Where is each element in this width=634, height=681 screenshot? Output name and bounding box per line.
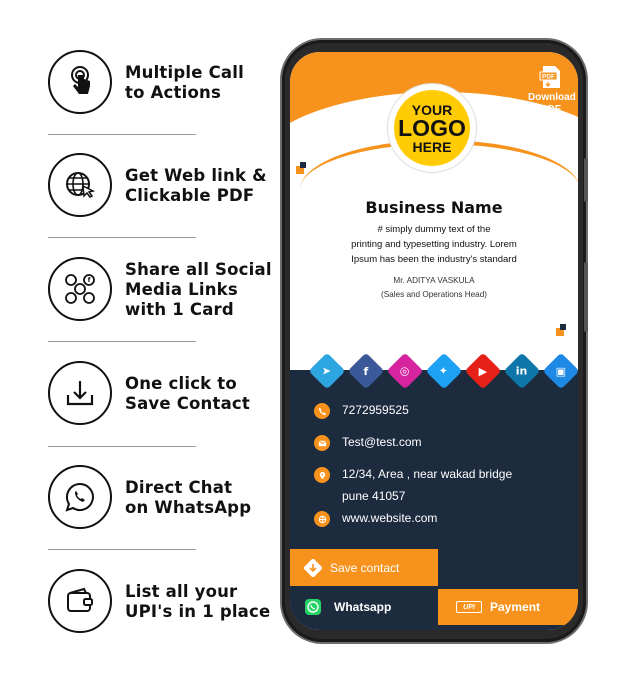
- feature-save-contact: One click to Save Contact: [48, 361, 278, 427]
- feature-upi: List all your UPI's in 1 place: [48, 569, 278, 635]
- decor-square: [300, 162, 306, 168]
- feature-label: List all your UPI's in 1 place: [125, 582, 271, 621]
- facebook-icon[interactable]: f: [347, 352, 385, 390]
- download-icon: [304, 558, 322, 577]
- business-description: # simply dummy text of the printing and …: [351, 224, 517, 265]
- divider: [48, 134, 196, 135]
- contact-book-icon[interactable]: ▣: [542, 352, 578, 390]
- divider: [48, 341, 196, 342]
- twitter-icon[interactable]: ✦: [425, 352, 463, 390]
- divider: [48, 549, 196, 550]
- person-role: (Sales and Operations Head): [380, 290, 488, 299]
- whatsapp-label: Whatsapp: [334, 600, 392, 614]
- whatsapp-icon: [305, 599, 321, 615]
- feature-web-link-pdf: Get Web link & Clickable PDF: [48, 153, 278, 219]
- business-name: Business Name: [365, 198, 503, 217]
- globe-cursor-icon: [48, 153, 112, 217]
- feature-social-links: f Share all Social Media Links with 1 Ca…: [48, 257, 278, 323]
- person-info: Mr. ADITYA VASKULA (Sales and Operations…: [290, 274, 578, 302]
- website-url: www.website.com: [342, 511, 438, 525]
- phone-contact[interactable]: 7272959525: [314, 402, 564, 421]
- feature-label: Direct Chat on WhatsApp: [125, 478, 252, 517]
- feature-label: Get Web link & Clickable PDF: [125, 166, 267, 205]
- feature-label: Multiple Call to Actions: [125, 63, 244, 102]
- email-contact[interactable]: Test@test.com: [314, 434, 564, 453]
- phone-mockup: YOUR LOGO HERE PDF Download PDF Business…: [282, 40, 588, 642]
- whatsapp-button[interactable]: Whatsapp: [290, 589, 438, 625]
- wallet-icon: [48, 569, 112, 633]
- globe-icon: [314, 511, 330, 527]
- payment-button[interactable]: UPI Payment: [438, 589, 578, 625]
- social-network-icon: f: [48, 257, 112, 321]
- social-links: ➤ f ◎ ✦ ▶ in ▣: [308, 352, 578, 390]
- pdf-icon: PDF: [539, 65, 563, 89]
- download-pdf-label: Download PDF: [528, 92, 576, 115]
- youtube-icon[interactable]: ▶: [464, 352, 502, 390]
- feature-label: One click to Save Contact: [125, 374, 250, 413]
- linkedin-icon[interactable]: in: [503, 352, 541, 390]
- person-name: Mr. ADITYA VASKULA: [393, 276, 475, 285]
- pdf-badge-text: PDF: [542, 74, 555, 81]
- logo-line: LOGO: [398, 114, 466, 141]
- instagram-icon[interactable]: ◎: [386, 352, 424, 390]
- download-icon: [48, 361, 112, 425]
- telegram-icon[interactable]: ➤: [308, 352, 346, 390]
- divider: [48, 237, 196, 238]
- company-logo: YOUR LOGO HERE: [394, 90, 470, 166]
- svg-text:f: f: [88, 277, 91, 284]
- business-card-screen: YOUR LOGO HERE PDF Download PDF Business…: [290, 52, 578, 630]
- phone-icon: [314, 403, 330, 419]
- download-pdf-button[interactable]: PDF Download PDF: [528, 65, 576, 116]
- logo-line: HERE: [412, 138, 452, 155]
- payment-label: Payment: [490, 600, 541, 614]
- tap-hand-icon: [48, 50, 112, 114]
- divider: [48, 446, 196, 447]
- email-address: Test@test.com: [342, 435, 422, 449]
- save-contact-button[interactable]: Save contact: [290, 549, 438, 586]
- upi-icon: UPI: [456, 601, 482, 613]
- phone-number: 7272959525: [342, 403, 409, 417]
- email-icon: [314, 435, 330, 451]
- whatsapp-icon: [48, 465, 112, 529]
- decor-square: [560, 324, 566, 330]
- address-contact[interactable]: 12/34, Area , near wakad bridge pune 410…: [314, 466, 564, 507]
- location-pin-icon: [314, 467, 330, 483]
- website-contact[interactable]: www.website.com: [314, 510, 564, 529]
- phone-side-button: [584, 262, 588, 332]
- feature-label: Share all Social Media Links with 1 Card: [125, 260, 272, 319]
- feature-call-to-actions: Multiple Call to Actions: [48, 50, 278, 116]
- address: 12/34, Area , near wakad bridge pune 410…: [342, 467, 513, 503]
- save-contact-label: Save contact: [330, 560, 400, 575]
- feature-whatsapp-chat: Direct Chat on WhatsApp: [48, 465, 278, 531]
- phone-side-button: [584, 158, 588, 202]
